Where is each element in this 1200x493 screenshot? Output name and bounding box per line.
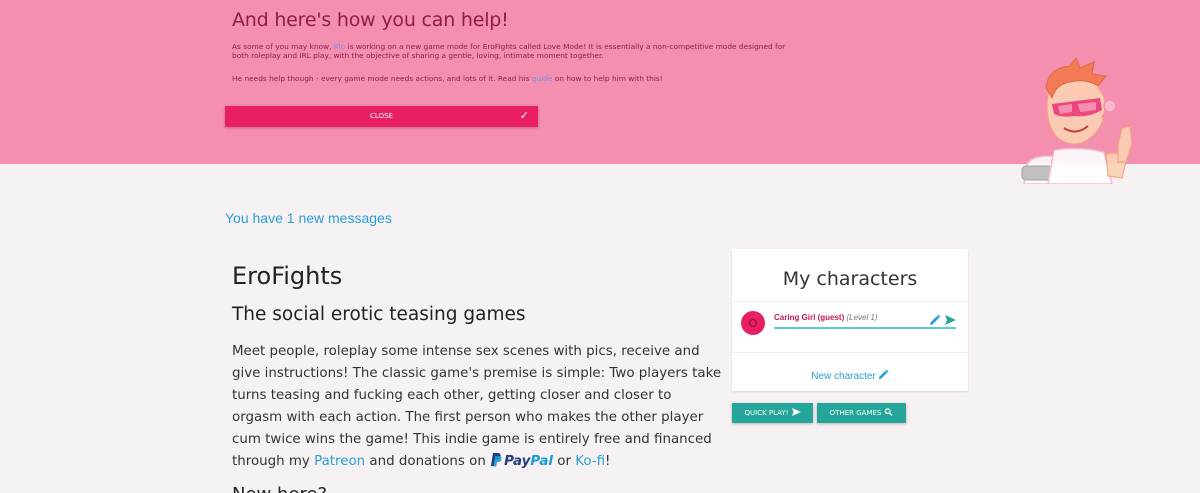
new-here-heading: New here?	[232, 484, 327, 493]
avatar[interactable]	[741, 311, 765, 335]
character-name-link[interactable]: Caring Girl (guest) (Level 1)	[774, 313, 878, 322]
banner-paragraph-1: As some of you may know, Klo is working …	[232, 42, 792, 61]
other-games-label: OTHER GAMES	[829, 409, 882, 417]
character-name: Caring Girl (guest)	[774, 313, 845, 322]
paypal-pay-text: Pay	[504, 454, 531, 469]
banner-paragraph-2: He needs help though - every game mode n…	[232, 74, 792, 83]
send-icon	[791, 408, 801, 416]
character-progress-bar	[774, 327, 956, 329]
new-messages-link[interactable]: You have 1 new messages	[225, 210, 392, 226]
divider	[732, 352, 968, 353]
divider	[732, 301, 968, 302]
description-text: or	[553, 454, 576, 469]
paypal-pal-text: Pal	[530, 454, 553, 469]
quick-play-button[interactable]: QUICK PLAY!	[732, 403, 813, 423]
character-level: (Level 1)	[846, 313, 878, 322]
page-subtitle: The social erotic teasing games	[232, 304, 526, 325]
description-text: Meet people, roleplay some intense sex s…	[232, 344, 722, 469]
paypal-icon	[491, 453, 502, 467]
kofi-link[interactable]: Ko-fi	[575, 454, 605, 469]
my-characters-card: My characters Caring Girl (guest) (Level…	[732, 249, 968, 391]
banner-text: He needs help though - every game mode n…	[232, 74, 532, 83]
patreon-link[interactable]: Patreon	[314, 454, 365, 469]
banner-text: As some of you may know,	[232, 42, 334, 51]
paypal-link[interactable]: PayPal	[490, 453, 553, 469]
new-character-link[interactable]: New character	[732, 369, 968, 382]
search-icon	[885, 408, 893, 416]
card-title: My characters	[782, 268, 918, 290]
quick-play-label: QUICK PLAY!	[744, 409, 789, 417]
banner-text: on how to help him with this!	[552, 74, 663, 83]
pencil-icon[interactable]	[929, 314, 941, 326]
close-button-label: CLOSE	[370, 112, 393, 120]
new-character-label: New character	[811, 371, 876, 382]
other-games-button[interactable]: OTHER GAMES	[817, 403, 906, 423]
game-description: Meet people, roleplay some intense sex s…	[232, 341, 722, 473]
pencil-icon	[878, 369, 889, 380]
description-text: !	[605, 454, 611, 469]
guide-link[interactable]: guide	[532, 74, 553, 83]
play-send-icon[interactable]	[944, 314, 957, 326]
klo-link[interactable]: Klo	[334, 42, 345, 51]
description-text: and donations on	[365, 454, 491, 469]
close-button[interactable]: CLOSE ✓	[225, 106, 538, 127]
mascot-illustration	[1021, 58, 1133, 184]
check-icon: ✓	[519, 109, 529, 122]
banner-title: And here's how you can help!	[232, 9, 509, 31]
page-title: EroFights	[232, 262, 343, 290]
